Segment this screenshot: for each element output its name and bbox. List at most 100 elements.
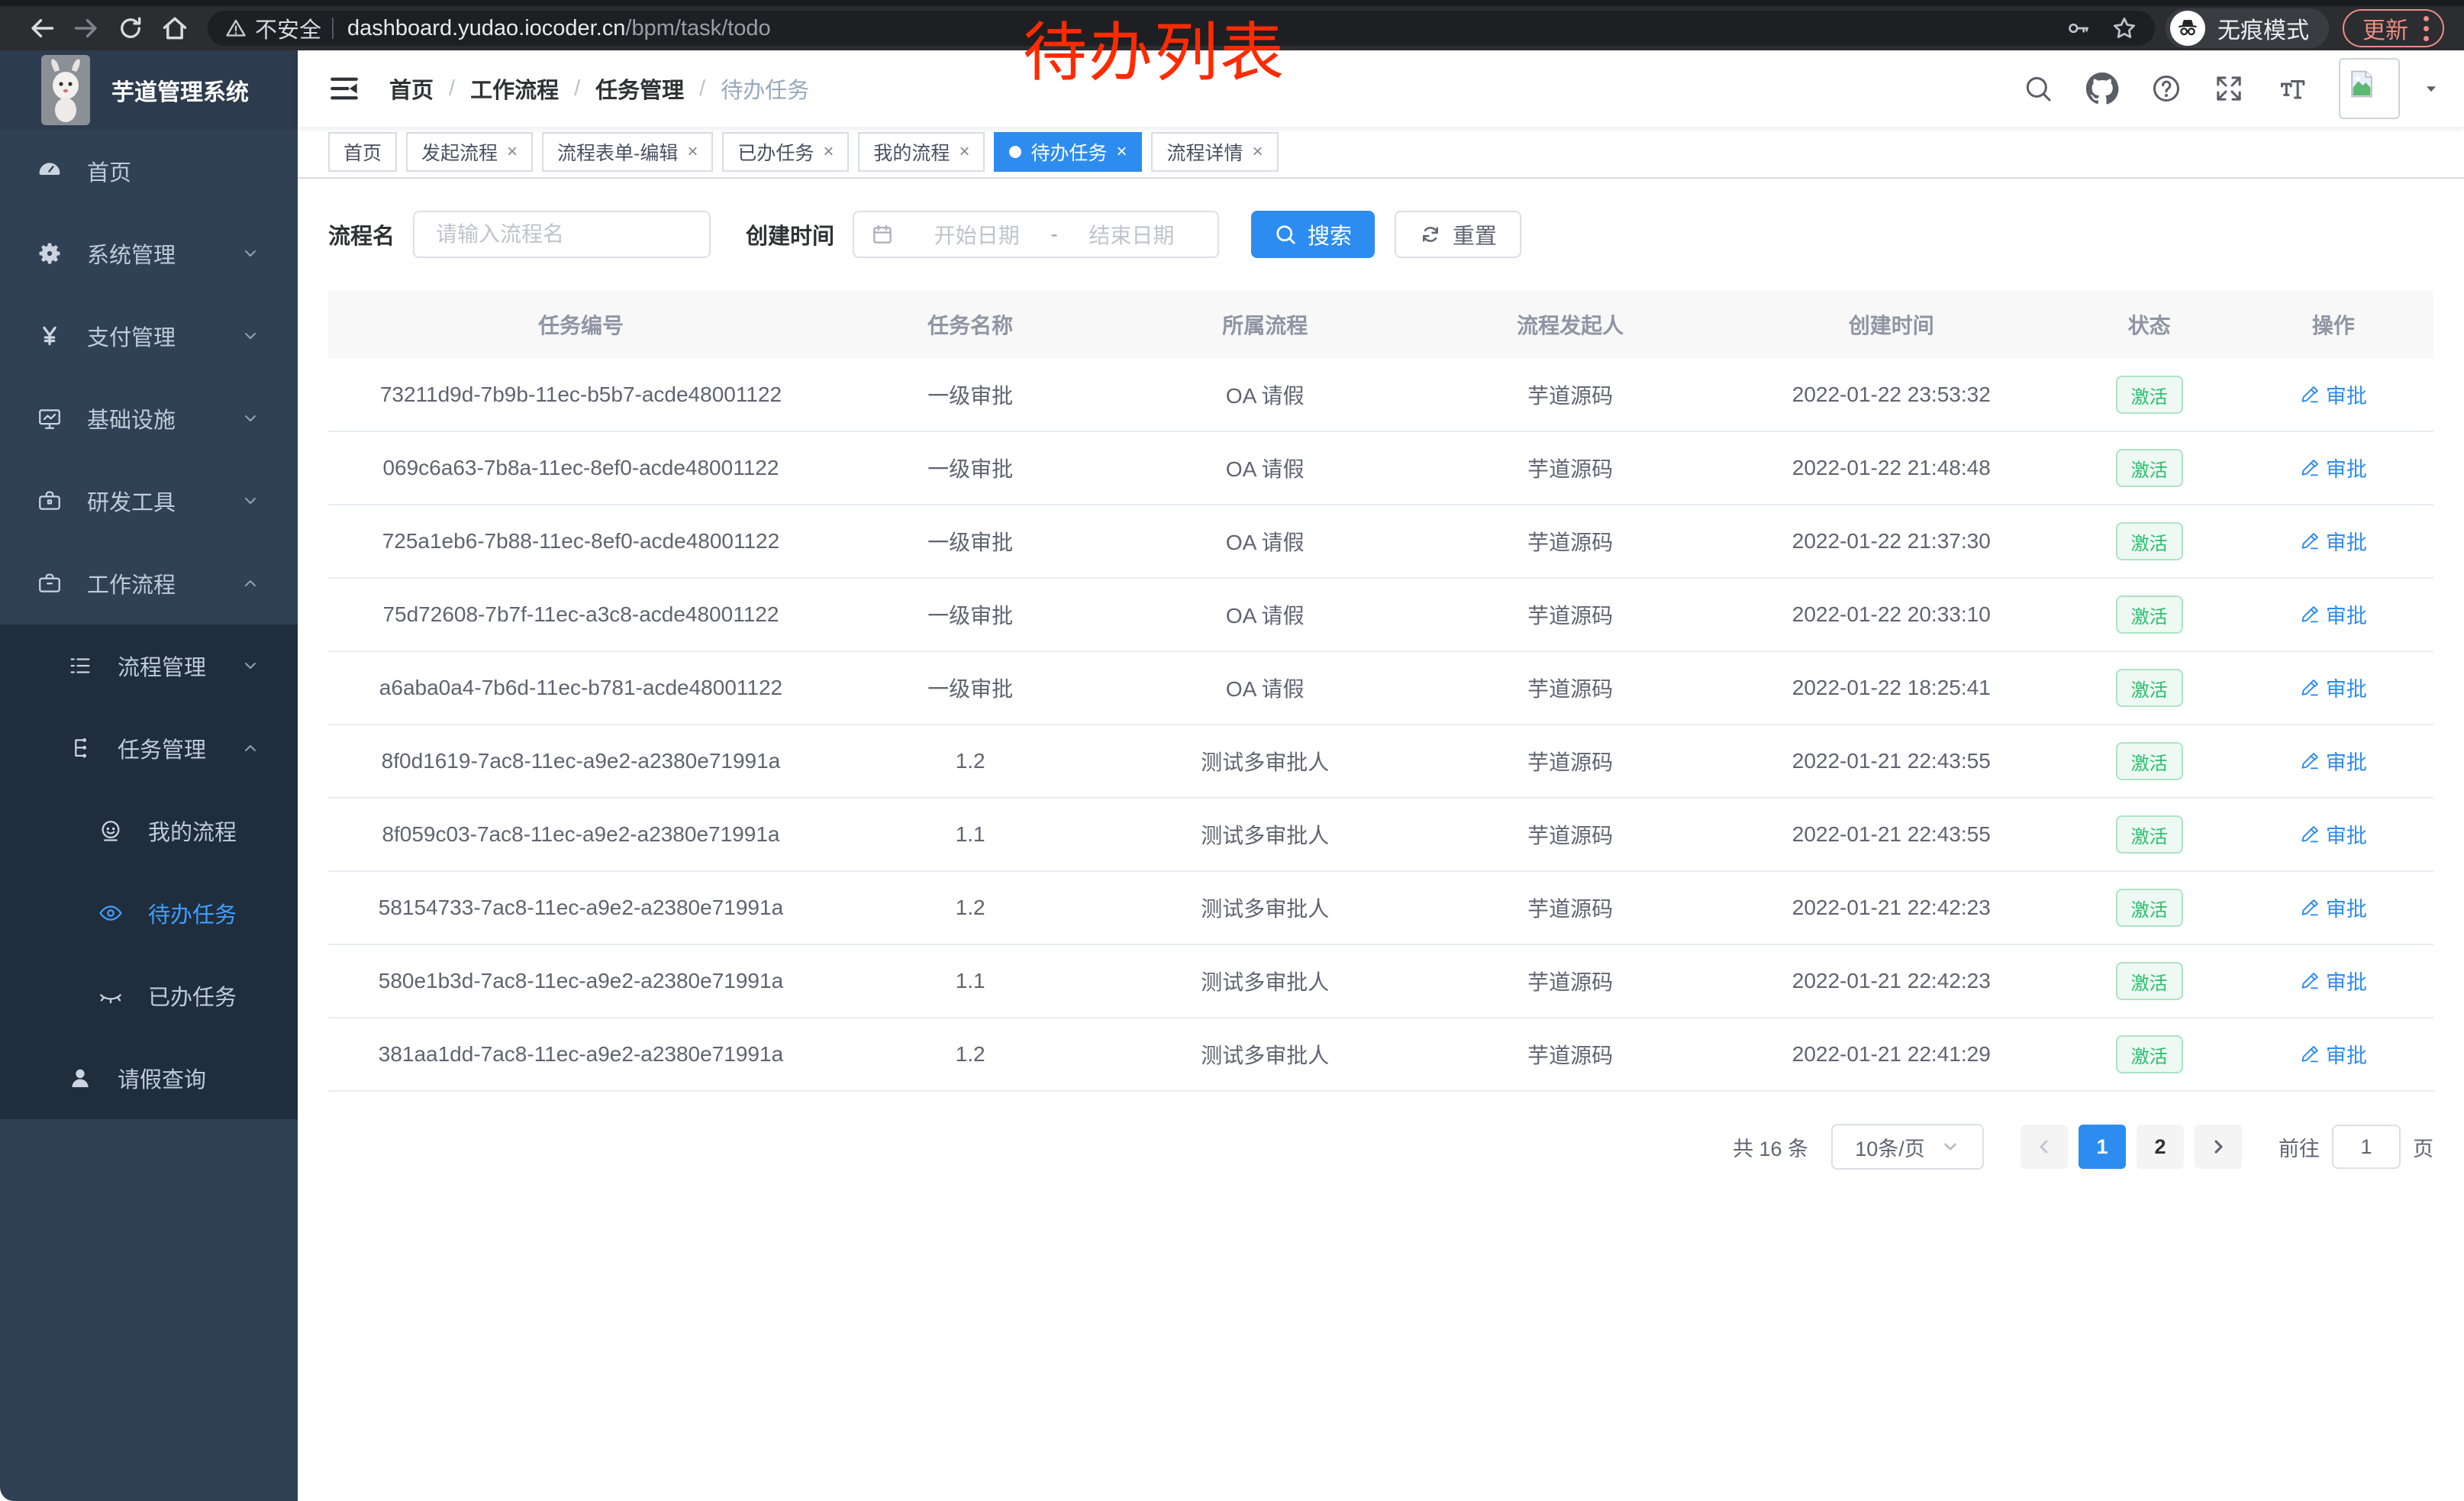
approve-link[interactable]: 审批 [2300,379,2367,409]
edit-icon [2300,385,2320,405]
bookmark-star-icon[interactable] [2111,15,2138,42]
create-time-label: 创建时间 [746,218,834,250]
sidebar-item-支付管理[interactable]: 支付管理 [0,295,298,377]
status-badge: 激活 [2116,889,2183,927]
fullscreen-icon [2214,73,2244,104]
breadcrumb-item-workflow[interactable]: 工作流程 [470,73,559,105]
avatar-caret-down-icon[interactable] [2421,79,2441,98]
github-icon[interactable] [2085,72,2119,105]
approve-link[interactable]: 审批 [2300,893,2367,922]
sidebar-item-系统管理[interactable]: 系统管理 [0,212,298,295]
next-page-button[interactable] [2195,1125,2242,1169]
tab-发起流程[interactable]: 发起流程× [406,132,533,172]
approve-link[interactable]: 审批 [2300,453,2367,483]
total-count: 共 16 条 [1733,1132,1808,1162]
tab-我的流程[interactable]: 我的流程× [858,132,985,172]
cell: 75d72608-7b7f-11ec-a3c8-acde48001122 [328,602,834,627]
forward-icon[interactable] [64,14,108,43]
eye-closed-icon [98,983,124,1009]
close-icon[interactable]: × [687,141,698,163]
column-header-任务编号: 任务编号 [328,309,834,340]
breadcrumb-item-home[interactable]: 首页 [389,73,434,105]
incognito-label: 无痕模式 [2217,11,2309,45]
password-key-icon[interactable] [2065,15,2091,41]
approve-link[interactable]: 审批 [2300,746,2367,776]
home-icon[interactable] [153,14,197,43]
tab-待办任务[interactable]: 待办任务× [994,132,1142,172]
user-avatar[interactable] [2339,58,2400,119]
approve-link[interactable]: 审批 [2300,673,2367,702]
tab-首页[interactable]: 首页 [328,132,397,172]
cell: 一级审批 [834,599,1108,630]
sidebar-item-请假查询[interactable]: 请假查询 [0,1037,298,1119]
sidebar-item-我的流程[interactable]: 我的流程 [0,789,298,872]
status-badge: 激活 [2116,449,2183,487]
yen-icon [32,323,67,349]
address-bar[interactable]: 不安全 dashboard.yudao.iocoder.cn/bpm/task/… [208,11,2155,46]
search-icon[interactable] [2023,73,2053,104]
question-icon[interactable] [2151,73,2182,104]
approve-link[interactable]: 审批 [2300,819,2367,849]
question-icon [2151,73,2182,104]
cell: 1.1 [834,822,1108,847]
breadcrumb-item-task-mgmt[interactable]: 任务管理 [595,73,684,105]
eye-closed-icon [93,983,128,1009]
sidebar-item-首页[interactable]: 首页 [0,130,298,212]
gear-icon [37,240,63,266]
sidebar-item-工作流程[interactable]: 工作流程 [0,542,298,625]
prev-page-button[interactable] [2021,1125,2068,1169]
tab-流程表单-编辑[interactable]: 流程表单-编辑× [542,132,713,172]
cell: 580e1b3d-7ac8-11ec-a9e2-a2380e71991a [328,969,834,993]
cell: 芋道源码 [1423,746,1717,776]
date-range-picker[interactable]: 开始日期 - 结束日期 [853,211,1219,258]
browser-menu-icon[interactable] [2424,16,2429,41]
star-icon [2111,15,2138,42]
tab-已办任务[interactable]: 已办任务× [722,132,849,172]
page-button-2[interactable]: 2 [2137,1125,2184,1169]
page-button-1[interactable]: 1 [2079,1125,2126,1169]
cell: 芋道源码 [1423,819,1717,850]
sidebar-item-基础设施[interactable]: 基础设施 [0,377,298,460]
update-button[interactable]: 更新 [2343,9,2444,47]
font-size-icon[interactable] [2276,73,2307,104]
edit-icon [2300,1044,2320,1064]
app-logo[interactable]: 芋道管理系统 [0,50,298,130]
home-icon [160,14,189,43]
sidebar-item-已办任务[interactable]: 已办任务 [0,954,298,1037]
logo-avatar [41,55,90,125]
close-icon[interactable]: × [1116,141,1127,163]
page-size-select[interactable]: 10条/页 [1831,1124,1984,1170]
close-icon[interactable]: × [959,141,969,163]
cell: OA 请假 [1107,453,1423,483]
close-icon[interactable]: × [1253,141,1263,163]
reset-button[interactable]: 重置 [1395,211,1521,258]
edit-icon [2300,898,2320,918]
reload-icon[interactable] [108,15,153,42]
search-button[interactable]: 搜索 [1251,211,1375,258]
monitor-icon [32,405,67,431]
security-label[interactable]: 不安全 [255,12,321,44]
approve-link[interactable]: 审批 [2300,1039,2367,1069]
approve-link[interactable]: 审批 [2300,526,2367,556]
sidebar-item-待办任务[interactable]: 待办任务 [0,872,298,954]
close-icon[interactable]: × [823,141,834,163]
process-name-input[interactable] [413,211,711,258]
cell: 一级审批 [834,379,1108,410]
back-icon[interactable] [20,14,64,43]
sidebar-item-label: 我的流程 [148,815,237,847]
sidebar-item-研发工具[interactable]: 研发工具 [0,460,298,542]
approve-link[interactable]: 审批 [2300,599,2367,629]
column-header-创建时间: 创建时间 [1717,309,2065,340]
incognito-badge: 无痕模式 [2166,8,2329,48]
sidebar-item-流程管理[interactable]: 流程管理 [0,625,298,707]
sidebar-item-任务管理[interactable]: 任务管理 [0,707,298,789]
goto-page-input[interactable] [2332,1125,2401,1169]
approve-link[interactable]: 审批 [2300,966,2367,996]
sidebar-collapse-icon[interactable] [328,73,360,105]
back-icon [27,14,56,43]
close-icon[interactable]: × [507,141,518,163]
table-row: 580e1b3d-7ac8-11ec-a9e2-a2380e71991a1.1测… [328,945,2433,1018]
fullscreen-icon[interactable] [2214,73,2244,104]
tab-流程详情[interactable]: 流程详情× [1151,132,1278,172]
cell: 2022-01-22 18:25:41 [1717,676,2065,700]
